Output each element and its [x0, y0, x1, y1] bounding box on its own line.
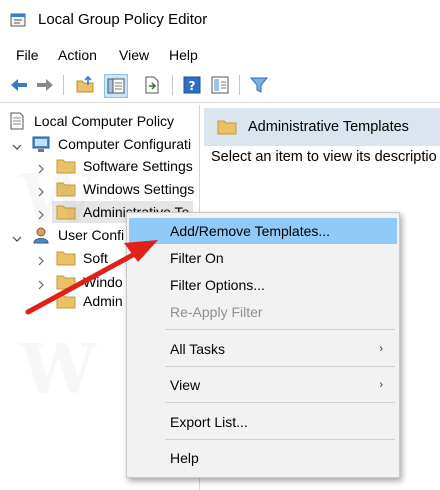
annotation-arrow [25, 240, 158, 315]
